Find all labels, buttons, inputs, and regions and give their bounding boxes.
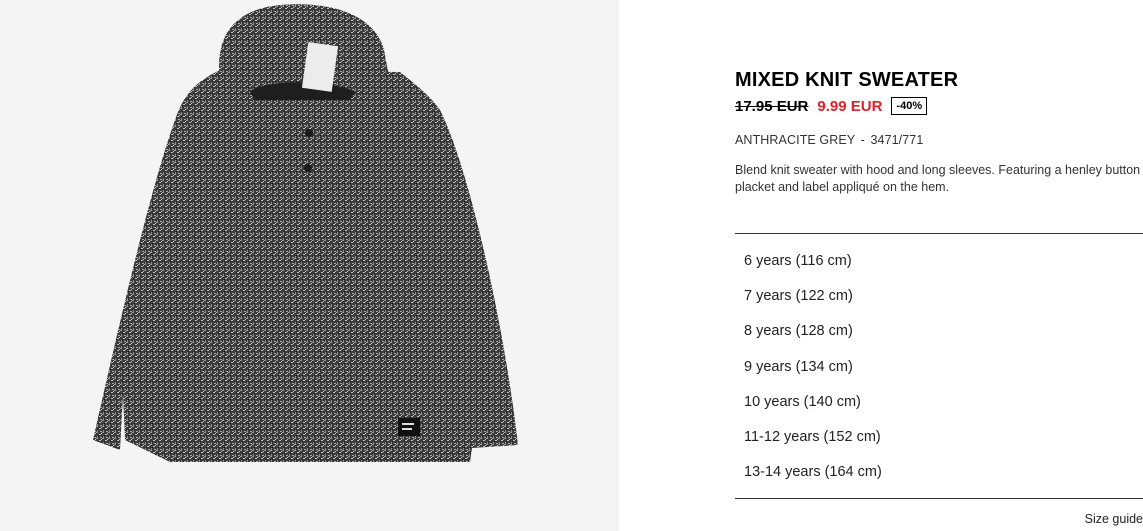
- size-option[interactable]: 13-14 years (164 cm): [735, 455, 1143, 490]
- product-description: Blend knit sweater with hood and long sl…: [735, 163, 1141, 194]
- size-guide-link[interactable]: Size guide: [1085, 512, 1143, 526]
- product-info: MIXED KNIT SWEATER 17.95 EUR 9.99 EUR -4…: [735, 68, 1143, 209]
- reference-separator: -: [860, 133, 865, 147]
- product-page: MIXED KNIT SWEATER 17.95 EUR 9.99 EUR -4…: [0, 0, 1143, 531]
- size-option[interactable]: 8 years (128 cm): [735, 314, 1143, 349]
- size-option[interactable]: 6 years (116 cm): [735, 244, 1143, 279]
- sweater-image: [93, 4, 518, 462]
- old-price: 17.95 EUR: [735, 97, 809, 115]
- sale-price: 9.99 EUR: [817, 97, 883, 115]
- size-option[interactable]: 7 years (122 cm): [735, 279, 1143, 314]
- reference-number: 3471/771: [870, 133, 924, 147]
- size-selector: 6 years (116 cm) 7 years (122 cm) 8 year…: [735, 233, 1143, 490]
- price-row: 17.95 EUR 9.99 EUR -40%: [735, 95, 1143, 117]
- size-divider: [735, 498, 1143, 499]
- size-option[interactable]: 11-12 years (152 cm): [735, 420, 1143, 455]
- product-title: MIXED KNIT SWEATER: [735, 69, 959, 91]
- size-option[interactable]: 10 years (140 cm): [735, 385, 1143, 420]
- color-name: ANTHRACITE GREY: [735, 133, 856, 147]
- product-image-panel[interactable]: [0, 0, 619, 531]
- discount-badge: -40%: [891, 97, 928, 115]
- size-option[interactable]: 9 years (134 cm): [735, 350, 1143, 385]
- size-list: 6 years (116 cm) 7 years (122 cm) 8 year…: [735, 234, 1143, 490]
- color-reference: ANTHRACITE GREY - 3471/771: [735, 133, 1143, 149]
